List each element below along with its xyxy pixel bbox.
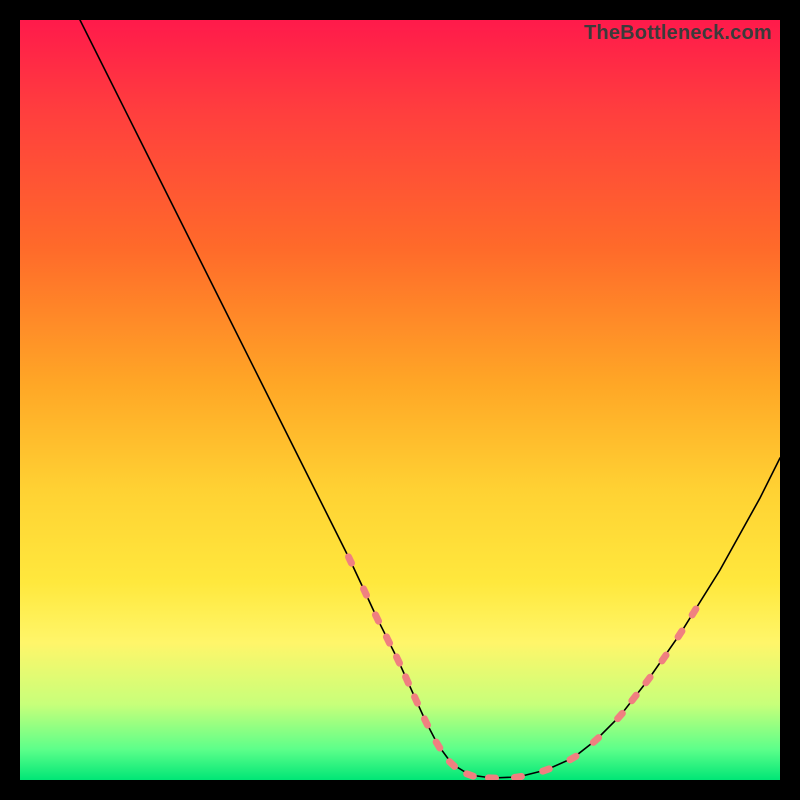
curve-marker xyxy=(410,692,422,708)
curve-marker xyxy=(485,774,499,780)
plot-area: TheBottleneck.com xyxy=(20,20,780,780)
curve-svg xyxy=(20,20,780,780)
curve-marker xyxy=(371,610,383,626)
curve-marker xyxy=(444,757,459,772)
curve-marker xyxy=(344,552,356,568)
curve-marker xyxy=(511,773,526,780)
curve-marker xyxy=(687,604,700,620)
curve-marker xyxy=(420,714,432,730)
curve-marker xyxy=(392,652,404,668)
curve-marker xyxy=(359,584,371,600)
curve-marker xyxy=(538,764,554,775)
bottleneck-curve xyxy=(80,20,780,778)
curve-marker xyxy=(401,672,413,688)
curve-marker xyxy=(382,632,395,648)
chart-frame: TheBottleneck.com xyxy=(0,0,800,800)
markers-group xyxy=(344,552,701,780)
